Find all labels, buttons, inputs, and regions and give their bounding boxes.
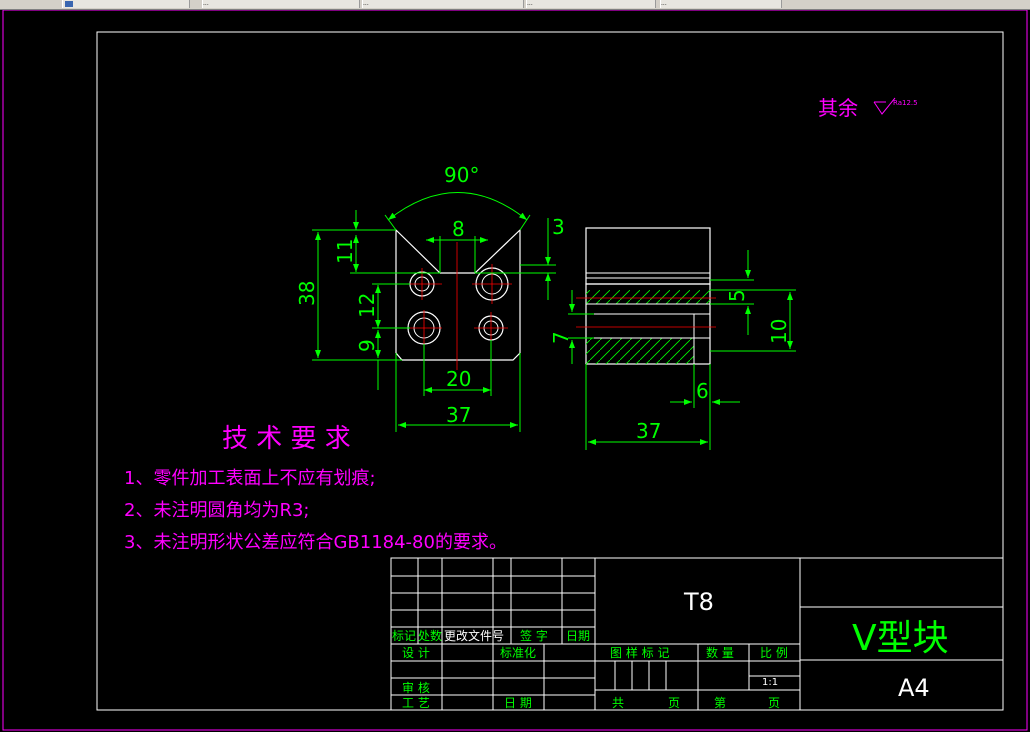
label-check: 审 核 [402, 680, 430, 695]
side-view [576, 227, 716, 365]
title-block-text: T8 V型块 A4 1:1 标记 处数 更改文件号 签 字 日期 设 计 标准化… [392, 588, 949, 710]
dim-9: 9 [355, 339, 379, 352]
technical-requirements: 技 术 要 求 1、零件加工表面上不应有划痕; 2、未注明圆角均为R3; 3、未… [124, 424, 507, 553]
roughness-note: 其余 Ra12.5 [818, 96, 918, 120]
label-count: 处数 [418, 628, 442, 643]
tab-4[interactable]: ... [526, 0, 656, 8]
material: T8 [683, 588, 714, 616]
tab-2[interactable]: ... [202, 0, 360, 8]
scale-value: 1:1 [762, 677, 778, 688]
dim-12: 12 [355, 293, 379, 318]
tech-item-3: 3、未注明形状公差应符合GB1184-80的要求。 [124, 532, 507, 553]
tab-bar: ... ... ... ... [0, 0, 1030, 10]
paper-size: A4 [898, 674, 930, 702]
dim-5: 5 [725, 289, 749, 302]
document-icon [65, 1, 73, 7]
dim-7: 7 [549, 331, 573, 344]
label-weight: 数 量 [706, 645, 734, 660]
cad-drawing-canvas[interactable]: 其余 Ra12.5 90° 8 3 11 38 12 9 20 37 5 7 1… [0, 10, 1030, 732]
roughness-label: 其余 [818, 96, 858, 120]
label-page1: 页 [668, 696, 680, 710]
dim-3: 3 [552, 215, 565, 239]
dim-8: 8 [452, 217, 465, 241]
roughness-value: Ra12.5 [893, 99, 918, 107]
label-ratio: 比 例 [760, 646, 788, 660]
label-standard: 标准化 [500, 646, 536, 660]
label-total: 共 [612, 696, 624, 710]
label-process: 工 艺 [402, 696, 430, 710]
dim-37-left: 37 [446, 403, 471, 427]
dim-37-right: 37 [636, 419, 661, 443]
front-view [395, 228, 521, 370]
tab-3[interactable]: ... [362, 0, 524, 8]
label-date2: 日 期 [504, 696, 532, 710]
label-date: 日期 [566, 629, 590, 643]
tech-title: 技 术 要 求 [222, 424, 351, 454]
dim-11: 11 [333, 239, 357, 264]
dim-20: 20 [446, 367, 471, 391]
label-doc: 更改文件号 [444, 628, 504, 643]
part-name: V型块 [852, 618, 949, 659]
tab-5[interactable]: ... [660, 0, 782, 8]
inner-frame [96, 31, 1004, 711]
tab-1[interactable] [62, 0, 190, 8]
dim-6: 6 [696, 379, 709, 403]
label-sign: 签 字 [520, 628, 548, 643]
tech-item-2: 2、未注明圆角均为R3; [124, 500, 309, 521]
dim-38: 38 [295, 281, 319, 306]
label-pattern: 图 样 标 记 [610, 645, 669, 660]
label-nth: 第 [714, 696, 726, 710]
label-page2: 页 [768, 696, 780, 710]
dim-10: 10 [767, 319, 791, 344]
label-mark: 标记 [392, 629, 416, 643]
tech-item-1: 1、零件加工表面上不应有划痕; [124, 468, 376, 489]
dim-angle: 90° [444, 163, 479, 187]
label-design: 设 计 [402, 646, 430, 660]
